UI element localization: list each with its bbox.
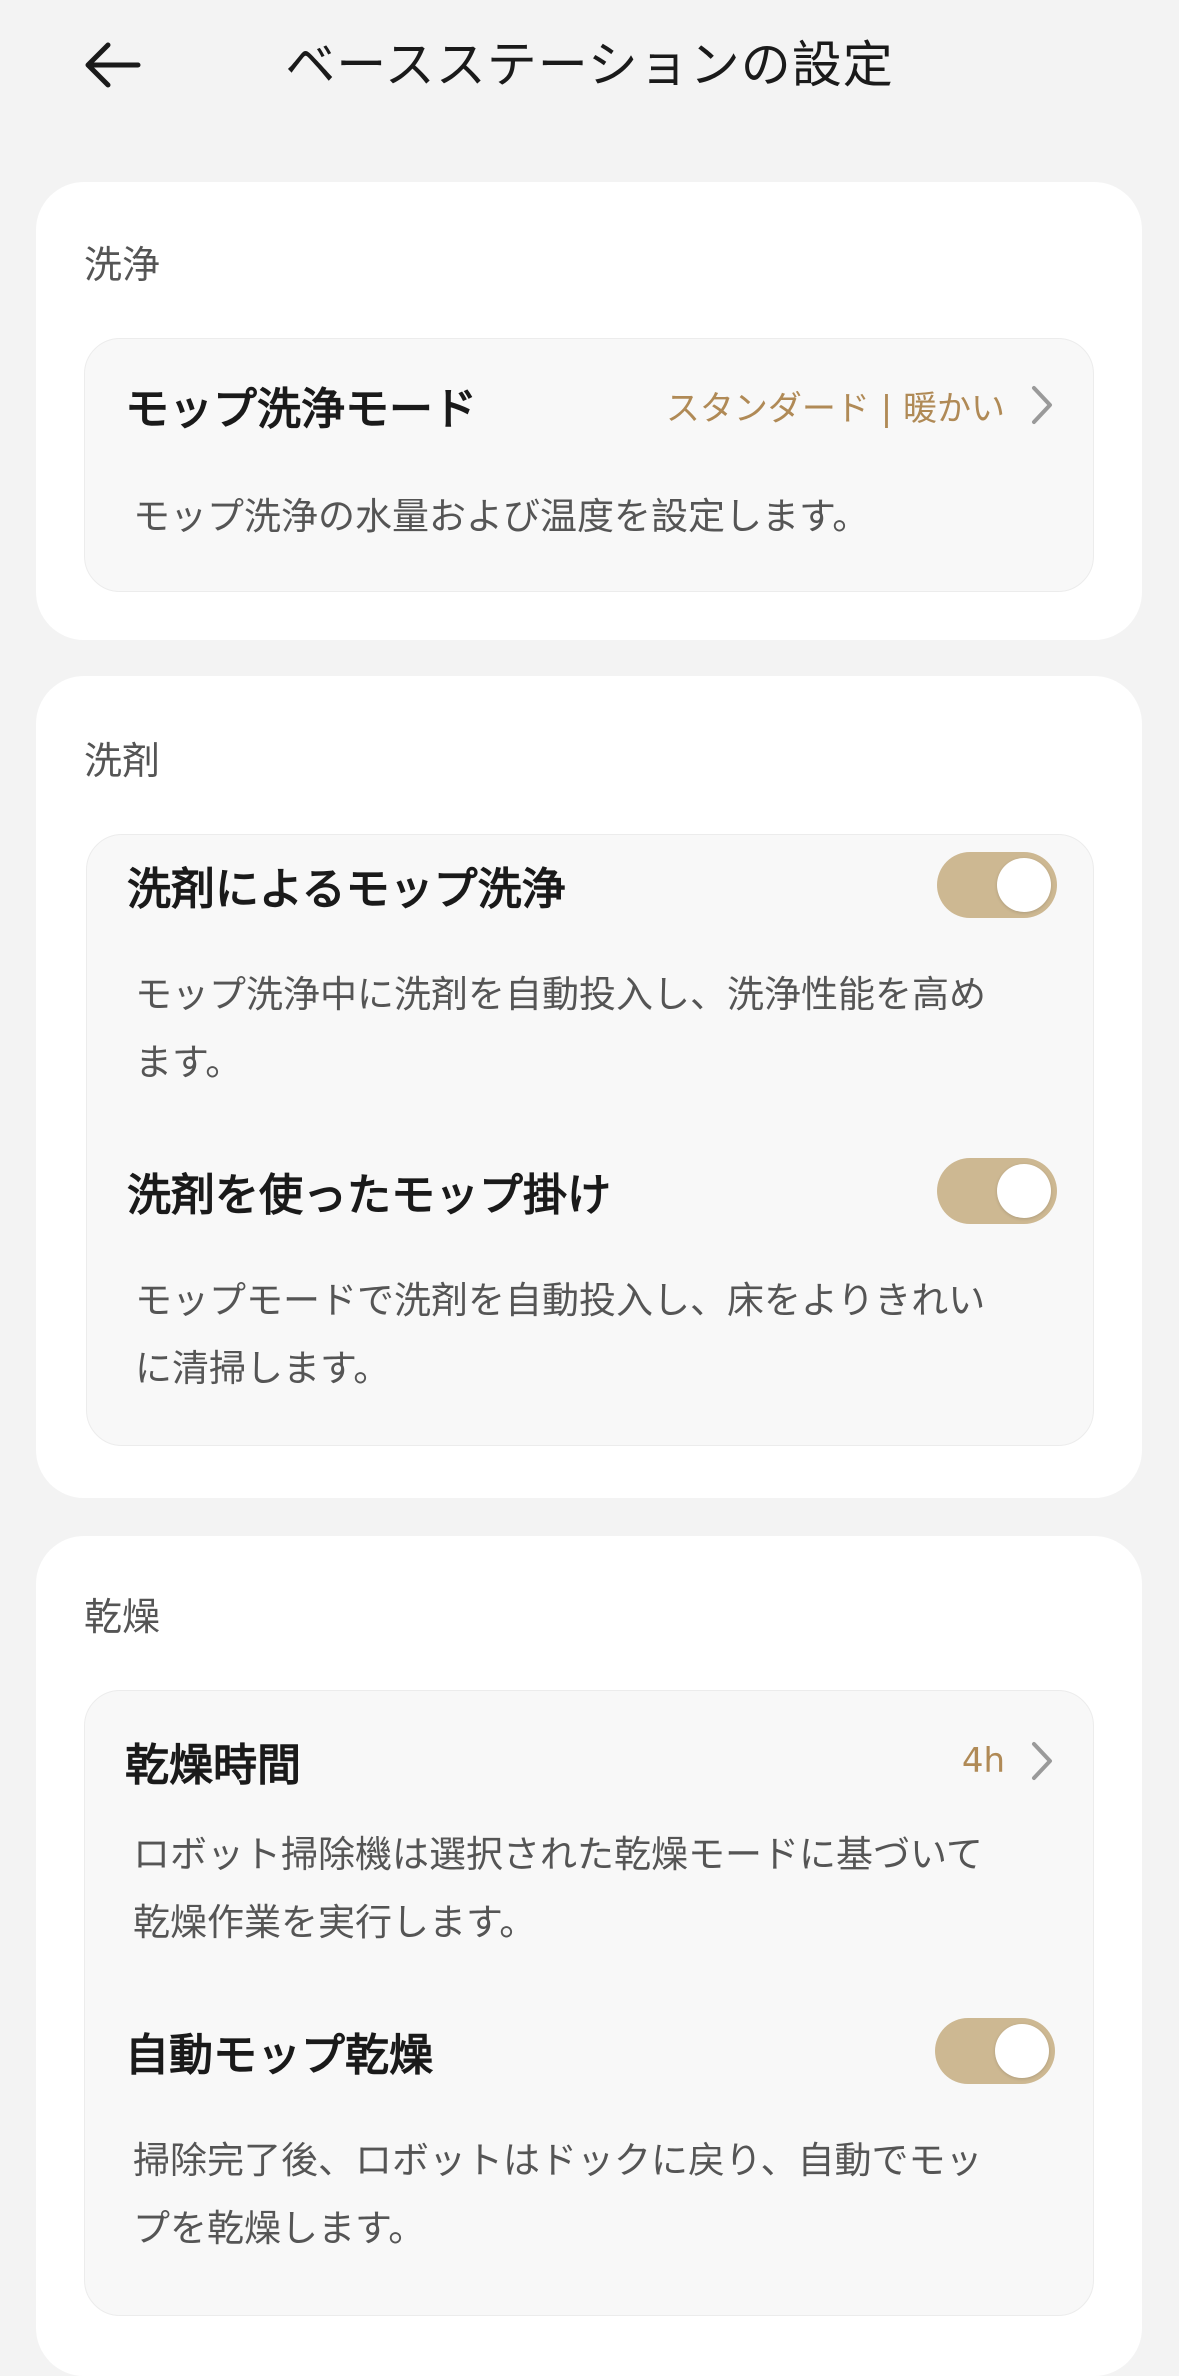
drying-time-row[interactable]: 乾燥時間 4h [125, 1721, 1057, 1801]
setting-title: 洗剤を使ったモップ掛け [127, 1170, 611, 1221]
settings-group: モップ洗浄モード スタンダード | 暖かい モップ洗浄の水量および温度を設定しま… [84, 338, 1094, 592]
auto-mop-drying-row: 自動モップ乾燥 [125, 2011, 1055, 2091]
mop-wash-mode-selector[interactable]: スタンダード | 暖かい [666, 381, 1057, 430]
setting-value: 4h [961, 1741, 1005, 1781]
description-line: プを乾燥します。 [133, 2207, 426, 2250]
description-line: モップモードで洗剤を自動投入し、床をよりきれい [135, 1279, 986, 1322]
description-line: ロボット掃除機は選択された乾燥モードに基づいて [133, 1833, 983, 1876]
setting-description: ロボット掃除機は選択された乾燥モードに基づいて 乾燥作業を実行します。 [133, 1821, 1053, 1957]
mop-wash-mode-row[interactable]: モップ洗浄モード スタンダード | 暖かい [125, 365, 1057, 445]
settings-group: 洗剤によるモップ洗浄 モップ洗浄中に洗剤を自動投入し、洗浄性能を高め ます。 洗… [86, 834, 1094, 1446]
description-line: 乾燥作業を実行します。 [133, 1901, 537, 1944]
detergent-mopping-toggle[interactable] [937, 1158, 1057, 1224]
toggle-knob [995, 2024, 1049, 2078]
description-line: に清掃します。 [135, 1347, 391, 1390]
page-title: ベースステーションの設定 [285, 36, 894, 94]
section-label: 洗剤 [84, 739, 161, 783]
detergent-mopping-row: 洗剤を使ったモップ掛け [127, 1151, 1057, 1231]
chevron-right-icon [1027, 383, 1057, 427]
detergent-mop-wash-row: 洗剤によるモップ洗浄 [127, 845, 1057, 925]
setting-title: モップ洗浄モード [125, 384, 477, 435]
setting-description: モップ洗浄の水量および温度を設定します。 [133, 495, 870, 538]
setting-value: スタンダード | 暖かい [665, 388, 1005, 429]
description-line: 掃除完了後、ロボットはドックに戻り、自動でモッ [133, 2139, 983, 2182]
settings-group: 乾燥時間 4h ロボット掃除機は選択された乾燥モードに基づいて 乾燥作業を実行し… [84, 1690, 1094, 2316]
section-label: 洗浄 [84, 243, 161, 287]
toggle-knob [997, 858, 1051, 912]
description-line: ます。 [135, 1041, 243, 1084]
toggle-knob [997, 1164, 1051, 1218]
setting-description: モップ洗浄中に洗剤を自動投入し、洗浄性能を高め ます。 [135, 961, 1053, 1097]
drying-time-selector[interactable]: 4h [962, 1739, 1057, 1783]
setting-title: 自動モップ乾燥 [125, 2030, 433, 2081]
section-card-washing: 洗浄 モップ洗浄モード スタンダード | 暖かい モップ洗浄の水量および温度を設… [36, 182, 1142, 640]
section-label: 乾燥 [84, 1595, 161, 1639]
description-line: モップ洗浄中に洗剤を自動投入し、洗浄性能を高め [135, 973, 986, 1016]
setting-title: 乾燥時間 [125, 1740, 301, 1791]
setting-title: 洗剤によるモップ洗浄 [127, 864, 566, 915]
setting-description: 掃除完了後、ロボットはドックに戻り、自動でモッ プを乾燥します。 [133, 2127, 1053, 2263]
section-card-detergent: 洗剤 洗剤によるモップ洗浄 モップ洗浄中に洗剤を自動投入し、洗浄性能を高め ます… [36, 676, 1142, 1498]
top-bar: ベースステーションの設定 [0, 0, 1179, 140]
section-card-drying: 乾燥 乾燥時間 4h ロボット掃除機は選択された乾燥モードに基づいて 乾燥作業を… [36, 1536, 1142, 2376]
auto-mop-drying-toggle[interactable] [935, 2018, 1055, 2084]
detergent-mop-wash-toggle[interactable] [937, 852, 1057, 918]
setting-description: モップモードで洗剤を自動投入し、床をよりきれい に清掃します。 [135, 1267, 1053, 1403]
chevron-right-icon [1027, 1739, 1057, 1783]
